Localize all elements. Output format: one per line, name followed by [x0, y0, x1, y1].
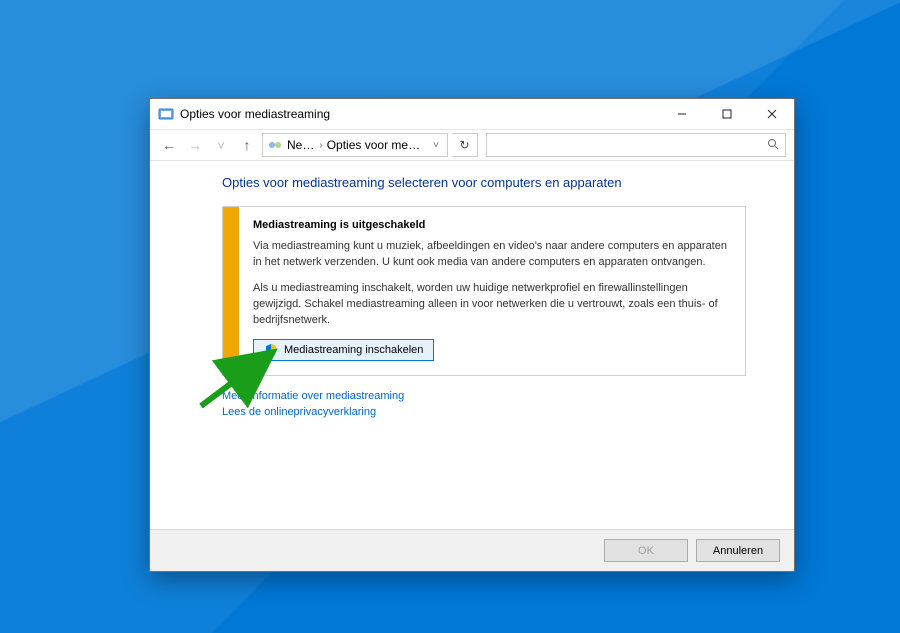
page-heading: Opties voor mediastreaming selecteren vo… [222, 175, 746, 190]
content-area: Opties voor mediastreaming selecteren vo… [150, 161, 794, 529]
titlebar: Opties voor mediastreaming [150, 99, 794, 129]
search-icon [767, 138, 779, 153]
recent-dropdown-icon[interactable]: ˅ [210, 138, 232, 153]
panel-paragraph: Als u mediastreaming inschakelt, worden … [253, 281, 731, 329]
minimize-button[interactable] [659, 99, 704, 129]
up-button[interactable]: ↑ [236, 137, 258, 153]
dialog-window: Opties voor mediastreaming ← → ˅ ↑ Netw.… [149, 98, 795, 572]
info-panel: Mediastreaming is uitgeschakeld Via medi… [222, 206, 746, 376]
navigation-bar: ← → ˅ ↑ Netw... › Opties voor mediastre.… [150, 129, 794, 161]
chevron-down-icon[interactable]: ˅ [429, 140, 443, 151]
privacy-link[interactable]: Lees de onlineprivacyverklaring [222, 406, 746, 418]
location-icon [267, 137, 283, 153]
breadcrumb-segment[interactable]: Netw... [287, 138, 315, 152]
enable-button-label: Mediastreaming inschakelen [284, 344, 423, 356]
panel-title: Mediastreaming is uitgeschakeld [253, 219, 731, 231]
warning-strip [223, 207, 239, 375]
chevron-right-icon: › [319, 140, 322, 151]
search-input[interactable] [486, 133, 786, 157]
dialog-footer: OK Annuleren [150, 529, 794, 571]
refresh-button[interactable]: ↻ [452, 133, 478, 157]
maximize-button[interactable] [704, 99, 749, 129]
panel-paragraph: Via mediastreaming kunt u muziek, afbeel… [253, 239, 731, 271]
breadcrumb-segment[interactable]: Opties voor mediastre... [327, 138, 425, 152]
shield-icon [264, 343, 278, 357]
address-bar[interactable]: Netw... › Opties voor mediastre... ˅ [262, 133, 448, 157]
close-button[interactable] [749, 99, 794, 129]
window-title: Opties voor mediastreaming [180, 107, 659, 121]
ok-button[interactable]: OK [604, 539, 688, 562]
cancel-button[interactable]: Annuleren [696, 539, 780, 562]
enable-mediastreaming-button[interactable]: Mediastreaming inschakelen [253, 339, 434, 361]
more-info-link[interactable]: Meer informatie over mediastreaming [222, 390, 746, 402]
back-button[interactable]: ← [158, 137, 180, 153]
app-icon [158, 106, 174, 122]
forward-button[interactable]: → [184, 137, 206, 153]
